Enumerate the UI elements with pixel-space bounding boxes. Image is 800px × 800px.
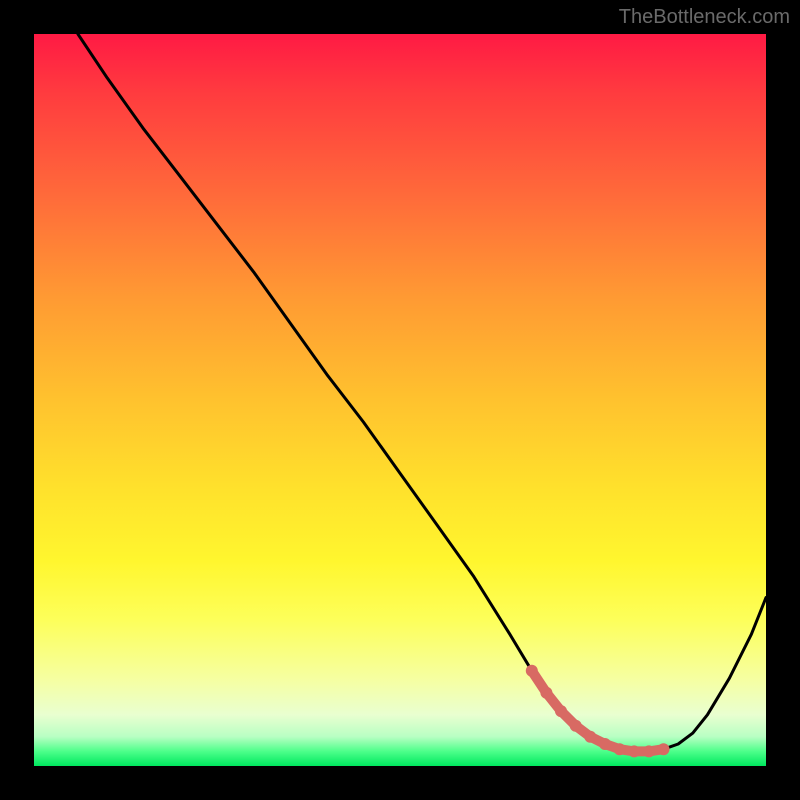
bottleneck-curve [78,34,766,751]
watermark-text: TheBottleneck.com [619,6,790,29]
highlight-dot [526,665,538,677]
highlight-dot [570,720,582,732]
highlight-dot [599,738,611,750]
highlight-dot [628,745,640,757]
highlight-dot [584,731,596,743]
highlight-dot [643,745,655,757]
highlight-dot [555,705,567,717]
highlight-dot [614,743,626,755]
plot-area [34,34,766,766]
highlight-dot [658,743,670,755]
highlight-dot [540,687,552,699]
highlight-segment [532,671,664,752]
chart-svg [34,34,766,766]
